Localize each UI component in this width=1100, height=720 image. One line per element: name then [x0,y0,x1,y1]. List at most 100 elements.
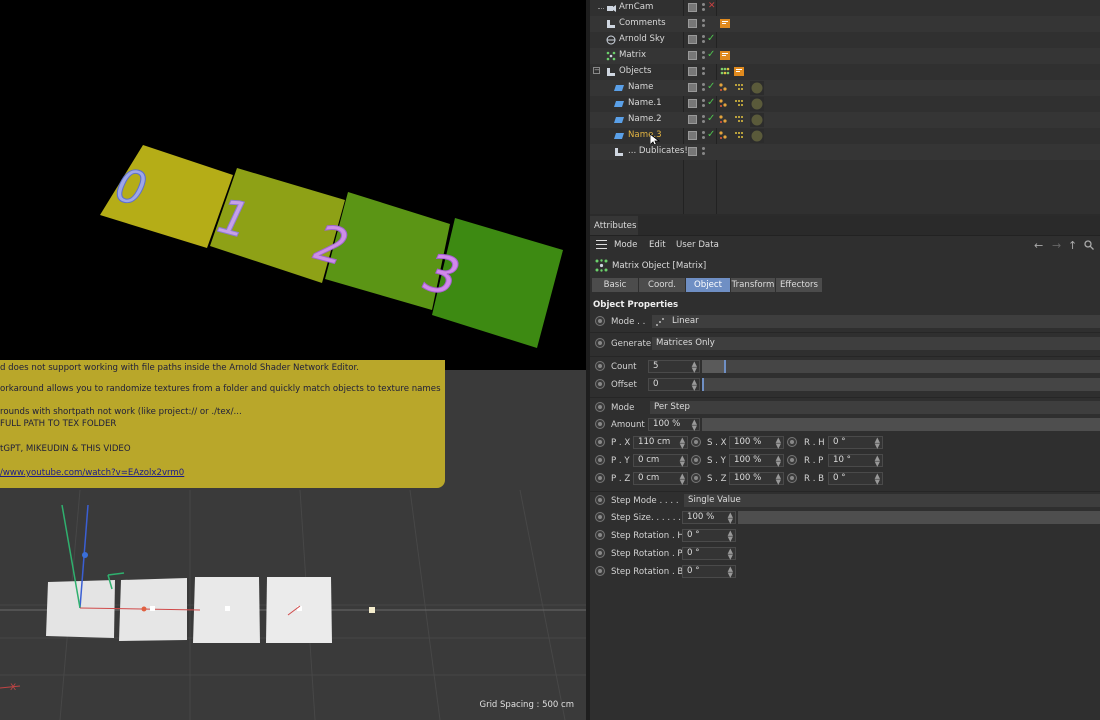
tab-basic[interactable]: Basic [592,278,638,292]
enabled-check-icon[interactable]: ✓ [707,97,715,108]
search-icon[interactable] [1084,240,1094,250]
note-tag-icon[interactable] [720,18,731,29]
sy-input[interactable]: 100 % ▲ ▼ [729,454,784,468]
material-tag-icon[interactable] [750,81,764,95]
visibility-toggle[interactable] [688,3,697,12]
layer-dots-icon[interactable] [701,146,705,157]
enabled-check-icon[interactable]: ✓ [707,49,715,60]
visibility-toggle[interactable] [688,67,697,76]
object-row[interactable]: Name.1 ✓ [590,96,1100,112]
note-tag-icon[interactable] [734,66,745,77]
visibility-toggle[interactable] [688,131,697,140]
visibility-toggle[interactable] [688,83,697,92]
material-tag-icon[interactable] [750,113,764,127]
animate-radio[interactable] [595,402,605,412]
layer-dots-icon[interactable] [701,82,705,93]
count-slider[interactable] [702,360,1100,373]
count-input[interactable]: 5 ▲ ▼ [648,360,700,374]
animate-radio[interactable] [691,437,701,447]
note-link[interactable]: /www.youtube.com/watch?v=EAzolx2vrm0 [0,467,184,479]
rp-input[interactable]: 10 ° ▲ ▼ [828,454,883,468]
enabled-check-icon[interactable]: ✓ [707,33,715,44]
animate-radio[interactable] [787,455,797,465]
shader-tag-icon[interactable] [718,82,729,93]
object-row[interactable]: Name.2 ✓ [590,112,1100,128]
tab-coord[interactable]: Coord. [639,278,685,292]
animate-radio[interactable] [787,437,797,447]
sx-input[interactable]: 100 % ▲ ▼ [729,436,784,450]
step-mode-dropdown[interactable]: Single Value [684,494,1100,507]
visibility-toggle[interactable] [688,19,697,28]
vertex-tag-icon[interactable] [734,82,745,93]
visibility-toggle[interactable] [688,115,697,124]
step-rot-h-input[interactable]: 0 ° ▲ ▼ [682,529,736,543]
hamburger-menu-icon[interactable] [596,240,607,249]
object-row[interactable]: ArnCam ✕ [590,0,1100,16]
animate-radio[interactable] [595,455,605,465]
animate-radio[interactable] [787,473,797,483]
forward-arrow-icon[interactable]: → [1052,239,1061,252]
animate-radio[interactable] [595,566,605,576]
enabled-check-icon[interactable]: ✓ [707,113,715,124]
object-row[interactable]: ... Dublicates! [590,144,1100,160]
visibility-toggle[interactable] [688,51,697,60]
attributes-panel-title[interactable]: Attributes [594,221,636,231]
animate-radio[interactable] [595,316,605,326]
menu-user-data[interactable]: User Data [676,240,719,250]
menu-mode[interactable]: Mode [614,240,637,250]
enabled-check-icon[interactable]: ✓ [707,81,715,92]
object-row[interactable]: Name.3 ✓ [590,128,1100,147]
amount-input[interactable]: 100 % ▲ ▼ [648,418,700,432]
animate-radio[interactable] [691,455,701,465]
animate-radio[interactable] [595,548,605,558]
mode2-dropdown[interactable]: Per Step [650,401,1100,414]
tab-object[interactable]: Object [686,278,730,292]
sz-input[interactable]: 100 % ▲ ▼ [729,472,784,486]
shader-tag-icon[interactable] [718,98,729,109]
animate-radio[interactable] [691,473,701,483]
amount-slider[interactable] [702,418,1100,431]
object-row[interactable]: − Objects [590,64,1100,80]
visibility-toggle[interactable] [688,35,697,44]
visibility-toggle[interactable] [688,147,697,156]
tab-transform[interactable]: Transform [731,278,775,292]
collapse-toggle[interactable]: − [593,67,600,74]
viewport-plane-0[interactable] [46,580,115,638]
shader-tag-icon[interactable] [718,130,729,141]
material-tag-icon[interactable] [750,129,764,143]
enabled-check-icon[interactable]: ✓ [707,129,715,140]
animate-radio[interactable] [595,419,605,429]
object-row[interactable]: Comments [590,16,1100,32]
step-size-slider[interactable] [738,511,1100,524]
shader-tag-icon[interactable] [718,114,729,125]
px-input[interactable]: 110 cm ▲ ▼ [633,436,688,450]
py-input[interactable]: 0 cm ▲ ▼ [633,454,688,468]
vertex-tag-icon[interactable] [734,98,745,109]
note-tag-icon[interactable] [720,50,731,61]
step-rot-b-input[interactable]: 0 ° ▲ ▼ [682,565,736,579]
up-arrow-icon[interactable]: ↑ [1068,239,1077,252]
disabled-cross-icon[interactable]: ✕ [708,1,716,11]
generate-dropdown[interactable]: Matrices Only [652,337,1100,350]
mode-dropdown[interactable]: Linear [652,315,1100,328]
object-row[interactable]: Name ✓ [590,80,1100,96]
animate-radio[interactable] [595,361,605,371]
object-row[interactable]: Arnold Sky ✓ [590,32,1100,48]
python-tag-icon[interactable] [720,66,731,77]
layer-dots-icon[interactable] [701,18,705,29]
layer-dots-icon[interactable] [701,2,705,13]
layer-dots-icon[interactable] [701,98,705,109]
comment-note[interactable]: d does not support working with file pat… [0,360,445,488]
vertex-tag-icon[interactable] [734,114,745,125]
step-size-input[interactable]: 100 % ▲ ▼ [682,511,736,525]
material-tag-icon[interactable] [750,97,764,111]
pz-input[interactable]: 0 cm ▲ ▼ [633,472,688,486]
animate-radio[interactable] [595,473,605,483]
offset-slider[interactable] [702,378,1100,391]
step-rot-p-input[interactable]: 0 ° ▲ ▼ [682,547,736,561]
animate-radio[interactable] [595,512,605,522]
vertex-tag-icon[interactable] [734,130,745,141]
object-row[interactable]: Matrix ✓ [590,48,1100,64]
layer-dots-icon[interactable] [701,50,705,61]
rb-input[interactable]: 0 ° ▲ ▼ [828,472,883,486]
